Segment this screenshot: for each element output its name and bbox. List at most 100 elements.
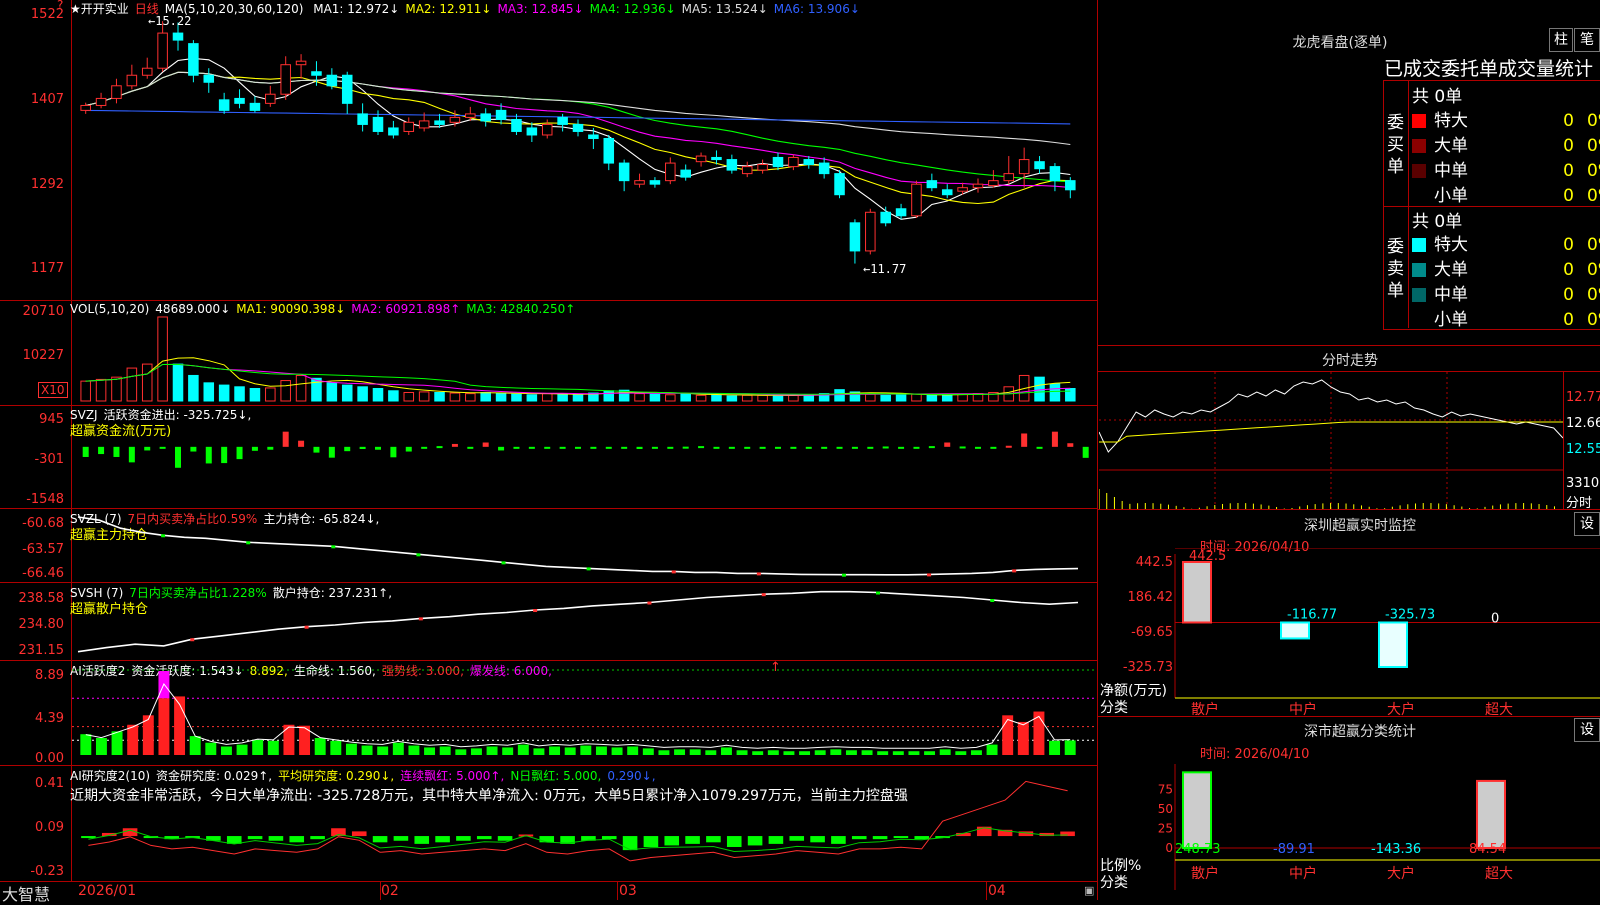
flow-bar: [144, 446, 151, 451]
candle-body: [480, 113, 491, 122]
candle-body: [372, 116, 384, 132]
brand-label[interactable]: 大智慧: [2, 881, 50, 905]
candle-body: [434, 120, 445, 125]
ai1-bar: [455, 749, 467, 755]
ai2-bar: [789, 836, 805, 841]
ai1-bar: [95, 737, 107, 755]
class-top-line: [1098, 716, 1600, 717]
candle-body: [311, 71, 322, 76]
bar-view-button[interactable]: 柱: [1549, 28, 1573, 52]
monitor-settings-button[interactable]: 设: [1574, 512, 1600, 536]
ai1-bar: [502, 747, 514, 755]
ai1-bar: [549, 746, 561, 755]
svzl-axis-0: -60.68: [22, 516, 64, 531]
dragon-panel-title: 龙虎看盘(逐单): [1292, 35, 1388, 51]
high-price-label: ←15.22: [148, 14, 192, 28]
volume-bar: [265, 387, 276, 402]
svsh-line-dot: [304, 625, 309, 629]
sell-color-swatch: [1412, 288, 1426, 302]
stats-side-divider: [1408, 80, 1409, 328]
ai2-bar: [664, 836, 680, 846]
volume-chart[interactable]: [72, 301, 1097, 405]
svzl-hold-chart[interactable]: [72, 509, 1097, 582]
volume-bar: [741, 394, 753, 402]
sell-count: 0: [1563, 235, 1574, 255]
sell-row: 中单 0 0%: [1412, 280, 1600, 305]
ai1-bar: [986, 744, 998, 755]
ai2-axis-0: 0.41: [35, 776, 64, 791]
monitor-bar-chart[interactable]: 442.5186.42-69.65-325.73442.5散户-116.77中户…: [1099, 548, 1600, 718]
flow-bar: [759, 446, 766, 449]
candle-body: [634, 180, 645, 185]
ai1-bar: [877, 751, 889, 755]
candle-body: [111, 85, 122, 99]
ai2-bar: [872, 836, 888, 840]
vol-unit-box[interactable]: X10: [38, 382, 68, 398]
intraday-chart[interactable]: [1099, 372, 1563, 509]
ai2-bar: [622, 836, 638, 851]
candle-body: [388, 127, 399, 136]
intraday-axis-divider: [1563, 372, 1564, 509]
candle-body: [757, 163, 768, 171]
candle-body: [849, 222, 861, 252]
candle-body: [649, 180, 661, 185]
flow-bar: [1051, 431, 1058, 447]
price-axis-3: 1177: [30, 261, 64, 276]
volume-bar: [126, 367, 138, 402]
cls-category: 超大: [1485, 866, 1513, 882]
svzj-flow-chart[interactable]: [72, 406, 1097, 508]
ai1-bar: [705, 750, 717, 755]
ai-active-chart[interactable]: ↑: [72, 661, 1097, 765]
buy-count: 0: [1563, 186, 1574, 206]
ai1-bar: [158, 698, 170, 755]
candle-body: [218, 99, 230, 111]
volume-bar: [480, 391, 491, 402]
ai2-bar: [893, 836, 909, 839]
candle-body: [557, 116, 568, 125]
candle-body: [603, 137, 615, 164]
buy-count: 0: [1563, 111, 1574, 131]
ai1-bar: [330, 740, 342, 755]
class-bar-chart[interactable]: 75 50 25 0 248.73 散户 -89.91 中户 -143.36 大户 84.54 超大: [1099, 760, 1600, 900]
svsh-line-dot: [876, 591, 880, 595]
ai-research-chart[interactable]: [72, 766, 1097, 881]
price-candlestick-chart[interactable]: [72, 12, 1097, 300]
flow-bar: [728, 446, 735, 449]
svsh-hold-chart[interactable]: [72, 583, 1097, 660]
flow-bar: [1082, 446, 1089, 458]
volume-bar: [280, 380, 291, 402]
sell-pct: 0%: [1587, 310, 1600, 330]
ai1-bar: [627, 746, 639, 755]
volume-bar: [526, 394, 538, 402]
tick-view-button[interactable]: 笔: [1574, 28, 1600, 52]
flow-bar: [513, 446, 520, 449]
cls-bar-label: 248.73: [1175, 842, 1221, 857]
candle-body: [834, 173, 845, 196]
ai2-bar: [497, 836, 513, 841]
candle-body: [680, 169, 691, 178]
ai1-bar: [783, 751, 795, 755]
volume-bar: [1034, 376, 1045, 402]
candle-body: [665, 162, 676, 182]
flow-bar: [1067, 443, 1074, 447]
ai1-bar: [595, 746, 607, 755]
volume-bar: [295, 374, 307, 402]
class-settings-button[interactable]: 设: [1574, 718, 1600, 742]
svzl-line-dot: [246, 541, 251, 545]
flow-bar: [698, 446, 705, 449]
vol-axis-0: 20710: [22, 304, 64, 319]
buy-color-swatch: [1412, 114, 1426, 128]
ai1-bar: [517, 744, 529, 755]
flow-bar: [928, 446, 935, 449]
svzl-line-dot: [501, 561, 506, 565]
date-tick-1: [380, 881, 381, 900]
ai1-bar: [533, 748, 545, 755]
volume-bar: [157, 316, 168, 402]
flow-bar: [544, 446, 551, 449]
ma-line-MA2: [85, 71, 1071, 205]
cls-bar: [1182, 771, 1212, 850]
ai2-bar: [476, 836, 492, 840]
mon-axis-label: -325.73: [1123, 660, 1173, 675]
ai1-bar: [720, 747, 732, 755]
lock-icon[interactable]: ▣: [1084, 884, 1094, 897]
